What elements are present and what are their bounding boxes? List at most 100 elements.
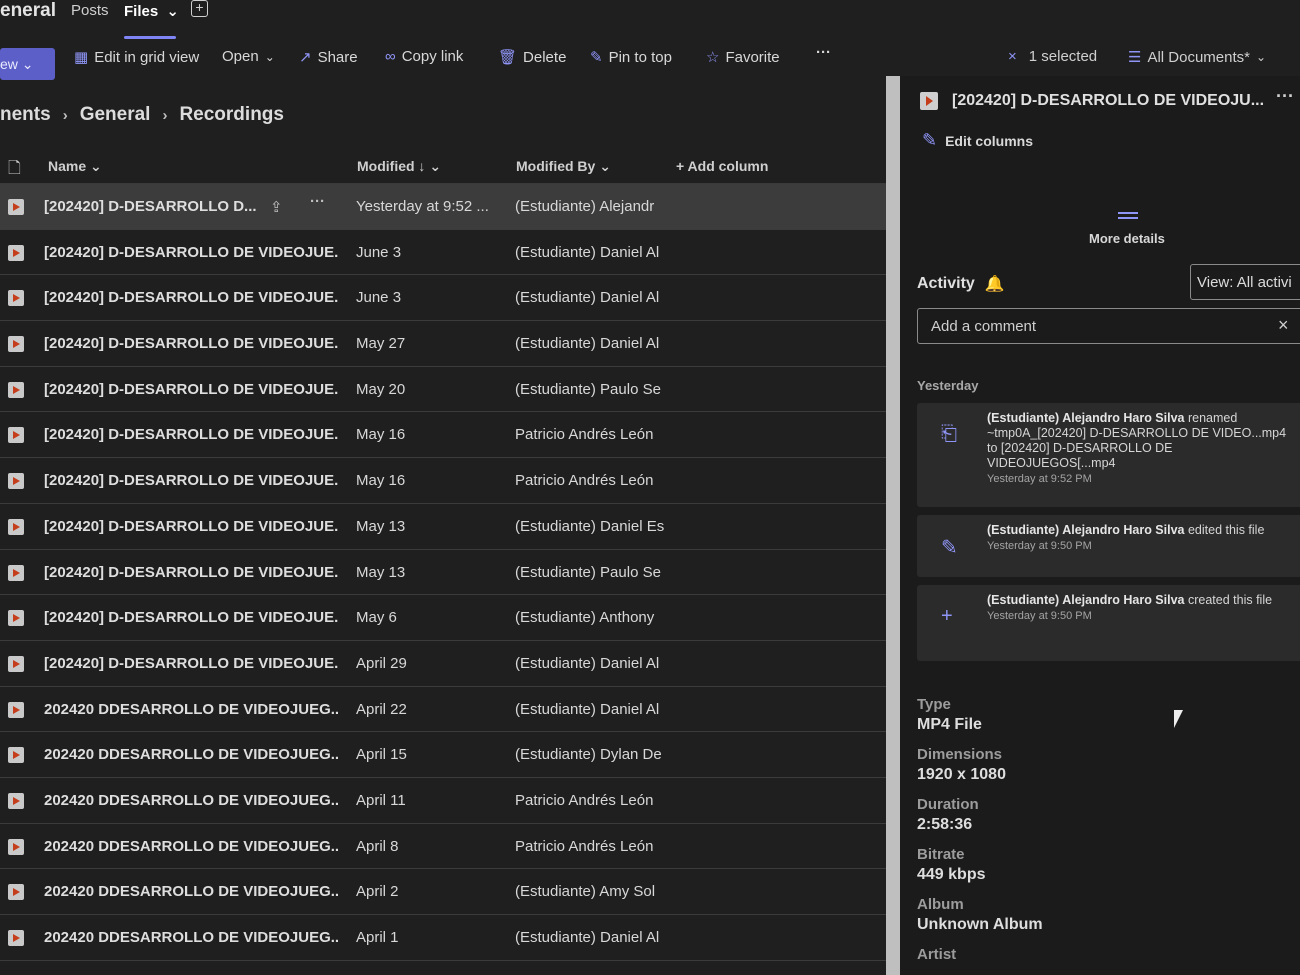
- modified-by[interactable]: Patricio Andrés León: [515, 838, 665, 855]
- share-icon[interactable]: ⇪: [270, 198, 283, 216]
- modified-by[interactable]: Patricio Andrés León: [515, 426, 665, 443]
- breadcrumb-documents[interactable]: nents: [0, 104, 51, 126]
- table-row[interactable]: [202420] D-DESARROLLO DE VIDEOJUE... May …: [0, 367, 886, 413]
- table-row[interactable]: [202420] D-DESARROLLO DE VIDEOJUE... May …: [0, 412, 886, 459]
- activity-label: Activity: [917, 275, 975, 292]
- file-name[interactable]: [202420] D-DESARROLLO DE VIDEOJUE...: [44, 564, 339, 581]
- modified-by[interactable]: Patricio Andrés León: [515, 792, 665, 809]
- new-button[interactable]: ew ⌄: [0, 48, 55, 80]
- table-row[interactable]: 202420 DDESARROLLO DE VIDEOJUEG... April …: [0, 915, 886, 961]
- copy-link-button[interactable]: ∞ Copy link: [385, 48, 463, 65]
- modified-by[interactable]: (Estudiante) Paulo Se: [515, 381, 665, 398]
- add-comment-input[interactable]: Add a comment ×: [917, 308, 1300, 344]
- column-modified-by[interactable]: Modified By ⌄: [516, 158, 611, 175]
- video-file-icon: [8, 564, 24, 581]
- more-details-button[interactable]: More details: [1089, 231, 1165, 246]
- row-more-button[interactable]: ···: [310, 193, 325, 210]
- table-row[interactable]: 202420 DDESARROLLO DE VIDEOJUEG... April …: [0, 687, 886, 733]
- favorite-button[interactable]: ☆ Favorite: [706, 48, 780, 67]
- view-switcher[interactable]: ☰ All Documents* ⌄: [1128, 48, 1266, 67]
- table-row[interactable]: [202420] D-DESARROLLO DE VIDEOJUE... May …: [0, 595, 886, 641]
- modified-by[interactable]: (Estudiante) Daniel Es: [515, 518, 665, 535]
- modified-by[interactable]: (Estudiante) Amy Sol: [515, 883, 665, 900]
- command-bar: ew ⌄ ▦ Edit in grid view Open ⌄ ↗ Share …: [0, 40, 1300, 80]
- breadcrumb-recordings: Recordings: [179, 104, 284, 125]
- tab-posts[interactable]: Posts: [71, 2, 109, 19]
- open-button[interactable]: Open ⌄: [222, 48, 275, 65]
- table-row[interactable]: [202420] D-DESARROLLO DE VIDEOJUE... May …: [0, 458, 886, 504]
- modified-by[interactable]: Patricio Andrés León: [515, 472, 665, 489]
- modified-by[interactable]: (Estudiante) Paulo Se: [515, 564, 665, 581]
- activity-time: Yesterday at 9:50 PM: [987, 610, 1092, 622]
- modified-by[interactable]: (Estudiante) Daniel Al: [515, 244, 665, 261]
- file-name[interactable]: [202420] D-DESARROLLO DE VIDEOJUE...: [44, 244, 339, 261]
- modified-by[interactable]: (Estudiante) Daniel Al: [515, 929, 665, 946]
- pin-to-top-button[interactable]: ✎ Pin to top: [590, 48, 672, 67]
- modified-date: April 11: [356, 791, 406, 809]
- table-row[interactable]: [202420] D-DESARROLLO DE VIDEOJUE... May …: [0, 321, 886, 367]
- table-row[interactable]: 202420 DDESARROLLO DE VIDEOJUEG... April …: [0, 778, 886, 824]
- add-column-button[interactable]: + Add column: [676, 158, 768, 174]
- edit-columns-button[interactable]: ✎ Edit columns: [922, 130, 1033, 151]
- file-name[interactable]: [202420] D-DESARROLLO DE VIDEOJUE...: [44, 655, 339, 672]
- file-name[interactable]: [202420] D-DESARROLLO DE VIDEOJUE...: [44, 609, 339, 626]
- modified-by[interactable]: (Estudiante) Daniel Al: [515, 335, 665, 352]
- edit-grid-button[interactable]: ▦ Edit in grid view: [74, 48, 199, 67]
- table-row[interactable]: [202420] D-DESARROLLO DE VIDEOJUE... May …: [0, 504, 886, 550]
- modified-date: May 16: [356, 426, 406, 444]
- delete-button[interactable]: 🗑 Delete: [498, 48, 566, 67]
- more-details-icon[interactable]: [1118, 212, 1138, 219]
- file-name[interactable]: 202420 DDESARROLLO DE VIDEOJUEG...: [44, 929, 339, 946]
- file-name[interactable]: [202420] D-DESARROLLO D...: [44, 198, 339, 215]
- column-modified[interactable]: Modified ↓ ⌄: [357, 158, 441, 175]
- property-value: Unknown Album: [917, 916, 1043, 933]
- file-type-icon[interactable]: 🗋: [8, 157, 21, 184]
- table-row[interactable]: [202420] D-DESARROLLO DE VIDEOJUE... June…: [0, 275, 886, 322]
- breadcrumb-general[interactable]: General: [80, 104, 151, 126]
- table-row[interactable]: 202420 DDESARROLLO DE VIDEOJUEG... April …: [0, 869, 886, 915]
- add-tab-button[interactable]: +: [191, 0, 208, 17]
- table-row[interactable]: 202420 DDESARROLLO DE VIDEOJUEG... April …: [0, 824, 886, 870]
- more-options-button[interactable]: ···: [816, 44, 831, 61]
- activity-filter-select[interactable]: View: All activi: [1190, 264, 1300, 300]
- activity-time: Yesterday at 9:52 PM: [987, 473, 1092, 485]
- column-name-label: Name: [48, 158, 87, 174]
- file-name[interactable]: 202420 DDESARROLLO DE VIDEOJUEG...: [44, 792, 339, 809]
- file-name[interactable]: 202420 DDESARROLLO DE VIDEOJUEG...: [44, 883, 339, 900]
- table-row[interactable]: [202420] D-DESARROLLO DE VIDEOJUE... Apri…: [0, 641, 886, 687]
- modified-by[interactable]: (Estudiante) Daniel Al: [515, 289, 665, 306]
- panel-more-button[interactable]: ···: [1276, 86, 1294, 107]
- file-name[interactable]: 202420 DDESARROLLO DE VIDEOJUEG...: [44, 701, 339, 718]
- table-row[interactable]: [202420] D-DESARROLLO DE VIDEOJUE... May …: [0, 550, 886, 596]
- column-name[interactable]: Name ⌄: [48, 158, 102, 175]
- modified-by[interactable]: (Estudiante) Dylan De: [515, 746, 665, 763]
- chevron-down-icon: ⌄: [166, 3, 179, 20]
- channel-header: eneral Posts Files ⌄ +: [0, 0, 1300, 39]
- clear-selection-button[interactable]: × 1 selected: [1008, 48, 1097, 65]
- file-name[interactable]: 202420 DDESARROLLO DE VIDEOJUEG...: [44, 838, 339, 855]
- file-name[interactable]: [202420] D-DESARROLLO DE VIDEOJUE...: [44, 289, 339, 306]
- file-name[interactable]: 202420 DDESARROLLO DE VIDEOJUEG...: [44, 746, 339, 763]
- file-name[interactable]: [202420] D-DESARROLLO DE VIDEOJUE...: [44, 518, 339, 535]
- modified-by[interactable]: (Estudiante) Daniel Al: [515, 701, 665, 718]
- table-row[interactable]: [202420] D-DESARROLLO DE VIDEOJUE... June…: [0, 230, 886, 276]
- video-file-icon: [8, 336, 24, 353]
- share-button[interactable]: ↗ Share: [299, 48, 358, 67]
- modified-by[interactable]: (Estudiante) Alejandr: [515, 198, 665, 215]
- file-name[interactable]: [202420] D-DESARROLLO DE VIDEOJUE...: [44, 335, 339, 352]
- chevron-right-icon: ›: [62, 106, 68, 124]
- file-name[interactable]: [202420] D-DESARROLLO DE VIDEOJUE...: [44, 426, 339, 443]
- video-file-icon: [8, 701, 24, 718]
- table-row[interactable]: [202420] D-DESARROLLO D... Yesterday at 9…: [0, 184, 886, 230]
- active-tab-indicator: [124, 36, 176, 39]
- table-row[interactable]: 202420 DDESARROLLO DE VIDEOJUEG... April …: [0, 732, 886, 778]
- property-value: 449 kbps: [917, 866, 986, 883]
- bell-icon[interactable]: 🔔: [985, 274, 1005, 294]
- modified-by[interactable]: (Estudiante) Daniel Al: [515, 655, 665, 672]
- file-name[interactable]: [202420] D-DESARROLLO DE VIDEOJUE...: [44, 381, 339, 398]
- close-icon[interactable]: ×: [1278, 315, 1289, 336]
- tab-files[interactable]: Files ⌄: [124, 2, 179, 20]
- modified-by[interactable]: (Estudiante) Anthony: [515, 609, 665, 626]
- file-name[interactable]: [202420] D-DESARROLLO DE VIDEOJUE...: [44, 472, 339, 489]
- pane-divider[interactable]: [886, 76, 900, 975]
